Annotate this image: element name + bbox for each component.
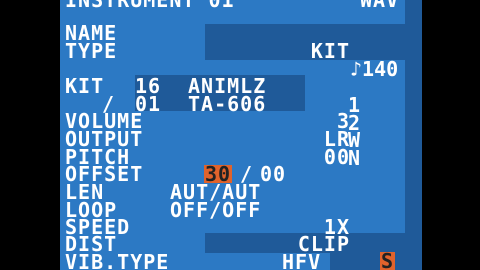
kit-label: KIT (65, 74, 105, 98)
right-letterbox (422, 0, 480, 270)
instrument-title: INSTRUMENT 01 (65, 0, 235, 12)
channel-n: N (348, 146, 361, 170)
side-column (405, 0, 422, 270)
screen-marker: S (380, 249, 396, 270)
vib-type-value[interactable]: HFV (282, 252, 321, 270)
vib-type-label: VIB.TYPE (65, 250, 170, 270)
type-value[interactable]: KIT (240, 41, 350, 61)
loop-value[interactable]: OFF/OFF (170, 200, 261, 220)
lsdj-instrument-screen: INSTRUMENT 01 WAV NAME TYPE KIT KIT 16 A… (60, 0, 422, 270)
type-label: TYPE (65, 39, 118, 63)
mode-label: WAV (360, 0, 400, 12)
left-letterbox (0, 0, 60, 270)
pitch-value[interactable]: 00 (240, 147, 350, 167)
kit2-name[interactable]: TA-606 (188, 94, 266, 114)
offset-value-end[interactable]: 00 (260, 164, 286, 184)
tempo-display: ♪140 (350, 57, 399, 81)
